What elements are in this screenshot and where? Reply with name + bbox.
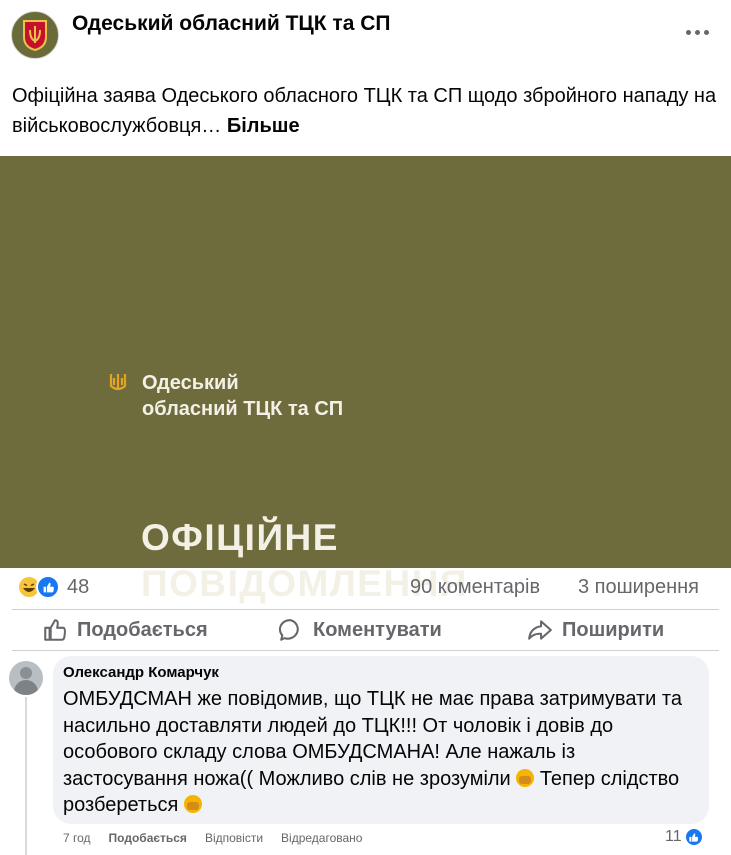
reaction-icons[interactable] (17, 575, 63, 601)
thumbs-up-icon (44, 619, 66, 641)
more-options-button[interactable] (682, 22, 712, 42)
post-header: Одеський обласний ТЦК та СП (0, 0, 731, 70)
avatar-head (20, 667, 32, 679)
facepalm-emoji-icon (183, 795, 202, 813)
like-button[interactable]: Подобається (42, 615, 208, 645)
like-icon (683, 827, 704, 847)
image-org-line2: обласний ТЦК та СП (142, 398, 344, 420)
shares-count[interactable]: 3 поширення (578, 576, 699, 599)
thread-line (25, 697, 27, 855)
comment-label: Коментувати (313, 618, 442, 641)
divider (12, 650, 719, 651)
image-title-line1: ОФІЦІЙНЕ (141, 517, 339, 558)
comment-time[interactable]: 7 год (63, 831, 91, 847)
page-avatar[interactable] (11, 11, 59, 59)
share-label: Поширити (562, 618, 665, 641)
post-stats: 48 90 коментарів 3 поширення (0, 572, 731, 606)
comment-like-link[interactable]: Подобається (109, 831, 187, 847)
see-more-link[interactable]: Більше (227, 115, 300, 137)
comment-icon (278, 619, 299, 641)
comment-button[interactable]: Коментувати (278, 615, 442, 645)
share-button[interactable]: Поширити (527, 615, 664, 645)
like-icon (36, 575, 60, 599)
comment-reactions[interactable]: 11 (665, 826, 704, 848)
trident-icon (109, 374, 127, 391)
comments-count[interactable]: 90 коментарів (410, 576, 540, 599)
facepalm-emoji-icon (516, 768, 535, 787)
commenter-avatar[interactable] (9, 661, 43, 695)
comment-author[interactable]: Олександр Комарчук (63, 664, 219, 681)
reaction-count[interactable]: 48 (67, 576, 89, 599)
dot-icon (694, 29, 700, 35)
comment-text: ОМБУДСМАН же повідомив, що ТЦК не має пр… (63, 686, 703, 819)
comment-meta: 7 год Подобається Відповісти Відредагова… (63, 831, 362, 847)
comment-reaction-count: 11 (665, 828, 682, 845)
comment-bubble: Олександр Комарчук ОМБУДСМАН же повідоми… (53, 656, 709, 824)
share-icon (528, 620, 552, 640)
post-actions: Подобається Коментувати Поширити (0, 611, 731, 647)
post-text: Офіційна заява Одеського обласного ТЦК т… (12, 81, 722, 141)
image-org-name: Одеський обласний ТЦК та СП (142, 370, 343, 422)
divider (12, 609, 719, 610)
page-name[interactable]: Одеський обласний ТЦК та СП (72, 12, 391, 36)
dot-icon (703, 29, 709, 35)
comment-edited-label: Відредаговано (281, 831, 363, 845)
emblem-icon (23, 20, 47, 51)
post-image[interactable]: Одеський обласний ТЦК та СП ОФІЦІЙНЕ ПОВ… (0, 156, 731, 604)
dot-icon (685, 29, 691, 35)
avatar-body (14, 680, 38, 695)
comment-reply-link[interactable]: Відповісти (205, 831, 263, 847)
image-org-line1: Одеський (142, 372, 239, 394)
like-label: Подобається (77, 618, 208, 641)
post-body: Офіційна заява Одеського обласного ТЦК т… (12, 85, 717, 137)
